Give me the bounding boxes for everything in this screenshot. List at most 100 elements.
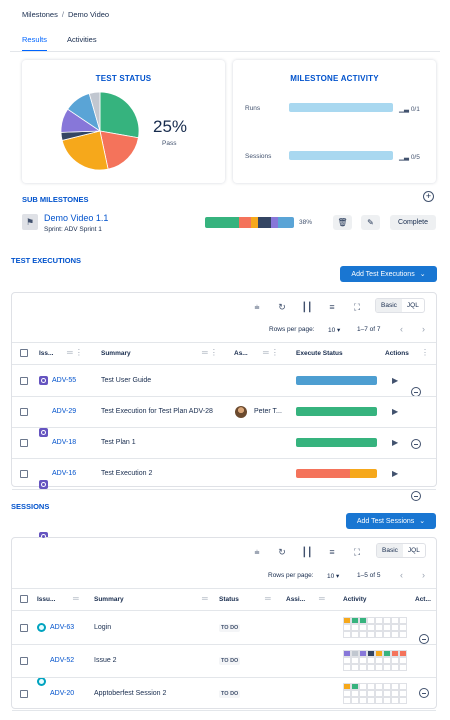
column-summary[interactable]: Summary	[94, 596, 124, 603]
play-icon[interactable]: ▶	[392, 407, 398, 416]
activity-cell	[351, 689, 359, 697]
issue-key-link[interactable]: ADV-29	[52, 408, 76, 415]
select-all-checkbox[interactable]	[20, 595, 28, 603]
activity-cell	[367, 689, 375, 697]
play-icon[interactable]: ▶	[392, 469, 398, 478]
issue-key-link[interactable]: ADV-16	[52, 470, 76, 477]
progress-segment-1	[205, 217, 239, 228]
play-icon[interactable]: ▶	[392, 376, 398, 385]
row-checkbox[interactable]	[20, 656, 28, 665]
column-summary[interactable]: Summary	[101, 350, 131, 357]
row-checkbox[interactable]	[20, 438, 28, 447]
activity-cell	[359, 682, 367, 690]
remove-icon[interactable]	[411, 386, 421, 397]
issue-key-link[interactable]: ADV-18	[52, 439, 76, 446]
fullscreen-icon[interactable]: ⛶	[350, 545, 364, 559]
issue-key-link[interactable]: ADV-52	[50, 657, 74, 664]
tab-activities[interactable]: Activities	[67, 35, 97, 52]
pass-percentage: 25%	[153, 117, 188, 136]
edit-button[interactable]: ✎	[361, 215, 380, 230]
next-page-icon[interactable]: ›	[422, 324, 425, 334]
column-status[interactable]: Status	[219, 596, 239, 603]
runs-progress-bar	[289, 103, 393, 112]
tab-results[interactable]: Results	[22, 35, 48, 52]
row-checkbox[interactable]	[20, 689, 28, 698]
add-test-executions-button[interactable]: Add Test Executions ⌄	[340, 266, 437, 282]
status-badge: TO DO	[219, 689, 241, 698]
column-menu-icon[interactable]: ═	[265, 594, 271, 603]
pie-slice-1	[99, 91, 140, 139]
column-menu-icon[interactable]: ═ ⋮	[263, 348, 279, 357]
row-checkbox[interactable]	[20, 376, 28, 385]
play-icon[interactable]: ▶	[392, 438, 398, 447]
execute-status-bar	[296, 375, 377, 385]
runs-label: Runs	[245, 105, 261, 112]
columns-icon[interactable]: ┃┃	[300, 545, 314, 559]
select-all-checkbox[interactable]	[20, 349, 28, 357]
pagination-range: 1–5 of 5	[357, 572, 381, 579]
activity-cell	[351, 630, 359, 638]
issue-key-link[interactable]: ADV-55	[52, 377, 76, 384]
status-segment-1	[296, 437, 377, 447]
prev-page-icon[interactable]: ‹	[400, 570, 403, 580]
column-menu-icon[interactable]: ═	[202, 594, 208, 603]
rows-per-page-select[interactable]: 10 ▾	[327, 572, 339, 580]
prev-page-icon[interactable]: ‹	[400, 324, 403, 334]
sessions-label: Sessions	[245, 153, 272, 160]
row-checkbox[interactable]	[20, 623, 28, 632]
activity-cell-filled	[343, 616, 351, 624]
activity-cell	[343, 663, 351, 671]
add-sub-milestone-button[interactable]: +	[423, 191, 434, 202]
column-menu-icon[interactable]: ═	[73, 594, 79, 603]
remove-icon[interactable]	[419, 687, 429, 698]
density-icon[interactable]: ≡	[325, 300, 339, 314]
issue-key-link[interactable]: ADV-63	[50, 624, 74, 631]
add-test-sessions-button[interactable]: Add Test Sessions ⌄	[346, 513, 436, 529]
basic-mode-button[interactable]: Basic	[377, 544, 403, 557]
column-issue-key[interactable]: Iss...	[39, 350, 53, 357]
refresh-icon[interactable]: ↻	[275, 545, 289, 559]
next-page-icon[interactable]: ›	[422, 570, 425, 580]
status-segment-1	[296, 468, 351, 478]
sub-milestone-name-link[interactable]: Demo Video 1.1	[44, 213, 108, 223]
execute-status-bar	[296, 468, 377, 478]
milestone-activity-title: MILESTONE ACTIVITY	[290, 74, 379, 83]
chevron-down-icon: ⌄	[419, 518, 426, 525]
row-checkbox[interactable]	[20, 407, 28, 416]
session-type-icon	[37, 622, 46, 632]
remove-icon[interactable]	[419, 633, 429, 644]
density-icon[interactable]: ≡	[325, 545, 339, 559]
activity-cell	[375, 623, 383, 631]
column-menu-icon[interactable]: ⋮	[421, 348, 429, 357]
jql-mode-button[interactable]: JQL	[402, 299, 424, 312]
refresh-icon[interactable]: ↻	[275, 300, 289, 314]
column-issue-key[interactable]: Issu...	[37, 596, 55, 603]
issue-key-link[interactable]: ADV-20	[50, 690, 74, 697]
column-assignee[interactable]: Assi...	[286, 596, 305, 603]
rows-per-page-value: 10	[327, 573, 335, 580]
rows-per-page-select[interactable]: 10 ▾	[328, 326, 340, 334]
row-checkbox[interactable]	[20, 469, 28, 478]
remove-icon[interactable]	[411, 490, 421, 501]
column-menu-icon[interactable]: ═ ⋮	[67, 348, 83, 357]
complete-button[interactable]: Complete	[390, 215, 436, 230]
summary-cell: Apptoberfest Session 2	[94, 689, 167, 697]
filter-icon[interactable]: ⩧	[250, 300, 264, 314]
columns-icon[interactable]: ┃┃	[300, 300, 314, 314]
breadcrumb-separator: /	[61, 10, 64, 19]
activity-grid	[343, 682, 407, 704]
column-execute-status[interactable]: Execute Status	[296, 350, 343, 357]
progress-segment-4	[258, 217, 271, 228]
basic-mode-button[interactable]: Basic	[376, 299, 402, 312]
jql-mode-button[interactable]: JQL	[403, 544, 425, 557]
filter-icon[interactable]: ⩧	[250, 545, 264, 559]
column-assignee[interactable]: As...	[234, 350, 248, 357]
chart-icon: ▁▃	[399, 106, 409, 113]
remove-icon[interactable]	[411, 438, 421, 449]
column-menu-icon[interactable]: ═ ⋮	[202, 348, 218, 357]
column-menu-icon[interactable]: ═	[319, 594, 325, 603]
fullscreen-icon[interactable]: ⛶	[350, 300, 364, 314]
breadcrumb-parent-link[interactable]: Milestones	[22, 10, 58, 19]
column-activity[interactable]: Activity	[343, 596, 366, 603]
delete-button[interactable]: 🗑	[333, 215, 352, 230]
